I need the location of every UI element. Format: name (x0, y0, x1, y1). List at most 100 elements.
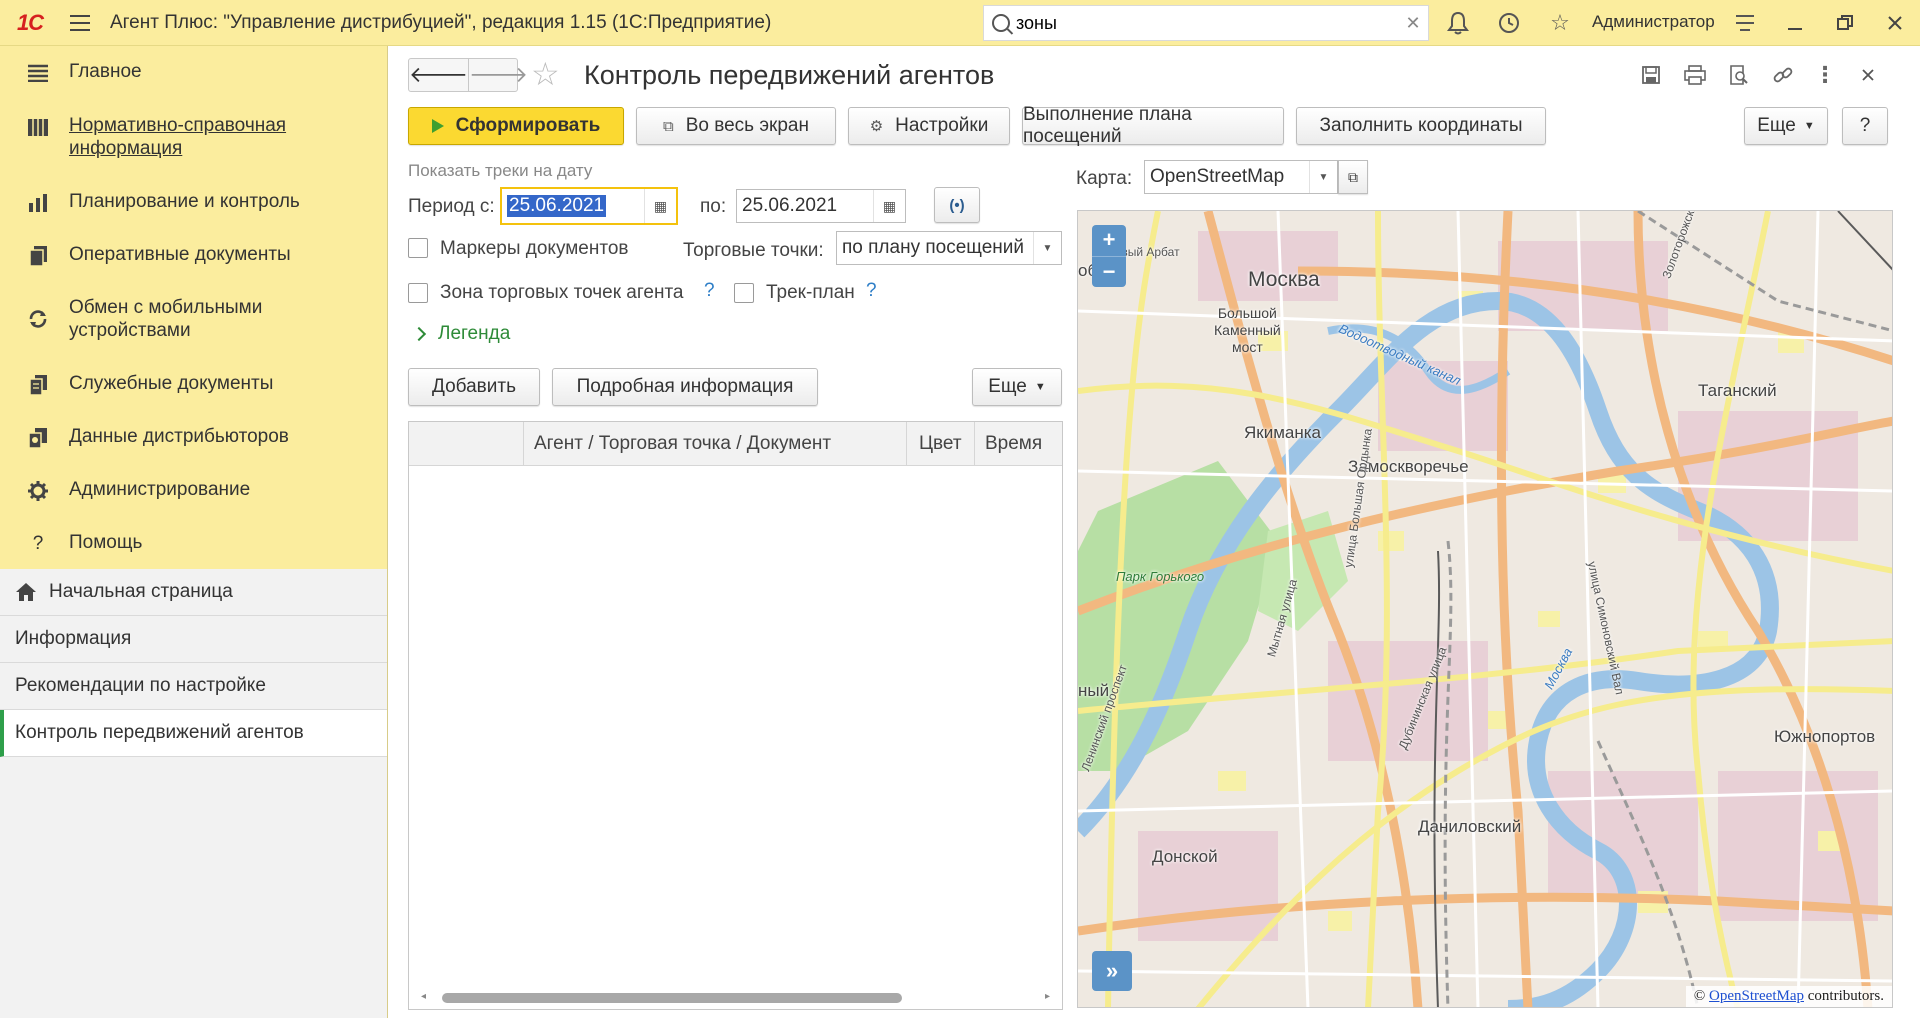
scroll-thumb[interactable] (442, 993, 902, 1003)
sidebar-item-main[interactable]: Главное (0, 60, 388, 86)
visit-plan-button[interactable]: Выполнение плана посещений (1022, 104, 1284, 147)
zoom-in-button[interactable]: + (1092, 225, 1126, 256)
more-button-label: Еще (1757, 115, 1796, 136)
generate-button-label: Сформировать (455, 115, 601, 136)
agent-zone-checkbox[interactable] (408, 283, 428, 303)
col-header-color[interactable]: Цвет (907, 422, 975, 466)
open-external-icon: ⧉ (1348, 168, 1358, 185)
fullscreen-button[interactable]: ⧉ Во весь экран (636, 107, 836, 145)
back-arrow-icon[interactable]: 🡐 (409, 59, 468, 91)
attribution-link[interactable]: OpenStreetMap (1709, 988, 1804, 1004)
map-tiles (1078, 211, 1892, 1007)
agent-zone-help-icon[interactable]: ? (704, 280, 715, 302)
legend-toggle[interactable]: Легенда (411, 323, 511, 345)
open-window-home[interactable]: Начальная страница (0, 569, 387, 616)
add-to-favorites-star-icon[interactable]: ☆ (531, 58, 560, 90)
doc-markers-label: Маркеры документов (440, 238, 629, 259)
sidebar-item-label: Оперативные документы (69, 244, 291, 265)
history-icon[interactable] (1494, 8, 1524, 38)
documents-icon (20, 243, 56, 269)
open-map-button[interactable]: ⧉ (1338, 160, 1368, 194)
chevron-down-icon[interactable]: ▼ (1033, 232, 1061, 264)
clear-search-icon[interactable]: ✕ (1398, 13, 1428, 34)
col-header-icon[interactable] (409, 422, 524, 466)
distributor-data-icon (20, 425, 56, 451)
period-from-value: 25.06.2021 (507, 195, 607, 217)
doc-markers-checkbox[interactable] (408, 238, 428, 258)
fill-coordinates-button[interactable]: Заполнить координаты (1296, 107, 1546, 145)
chevron-down-icon: ▼ (1803, 120, 1815, 132)
minimize-icon[interactable] (1780, 8, 1810, 38)
sidebar-item-distributor-data[interactable]: Данные дистрибьюторов (0, 425, 388, 451)
map-label-danilovskiy: Даниловский (1418, 817, 1522, 836)
link-icon[interactable] (1768, 60, 1798, 90)
settings-button[interactable]: ⚙ Настройки (848, 107, 1010, 145)
chevron-down-icon: ▼ (1034, 381, 1046, 393)
open-window-agent-control[interactable]: Контроль передвижений агентов (0, 710, 387, 757)
scroll-right-icon[interactable]: ▸ (1045, 991, 1050, 1002)
close-form-icon[interactable] (1853, 60, 1883, 90)
search-icon (992, 14, 1010, 32)
open-window-label: Начальная страница (49, 581, 233, 602)
zoom-out-button[interactable]: − (1092, 255, 1126, 288)
favorites-star-icon[interactable]: ☆ (1545, 8, 1575, 38)
help-button[interactable]: ? (1842, 107, 1888, 145)
gear-icon (20, 478, 56, 504)
more-button[interactable]: Еще ▼ (1744, 107, 1828, 145)
calendar-icon[interactable]: ▦ (644, 189, 676, 223)
user-name[interactable]: Администратор (1592, 12, 1715, 32)
map-provider-select[interactable]: OpenStreetMap ▼ (1144, 160, 1338, 194)
map-label-taganskiy: Таганский (1698, 381, 1777, 400)
sidebar-item-service-docs[interactable]: Служебные документы (0, 372, 388, 398)
scroll-left-icon[interactable]: ◂ (421, 991, 426, 1002)
sidebar: Главное Нормативно-справочная информация… (0, 46, 388, 1018)
map-label-gorky-park: Парк Горького (1116, 569, 1205, 584)
search-input[interactable] (1016, 12, 1398, 34)
more-actions-icon[interactable]: ⋮ (1810, 60, 1840, 90)
trade-points-select[interactable]: по плану посещений ▼ (836, 231, 1062, 265)
track-plan-checkbox[interactable] (734, 283, 754, 303)
legend-label: Легенда (438, 323, 511, 344)
trade-points-value: по плану посещений (842, 237, 1024, 258)
details-button[interactable]: Подробная информация (552, 368, 818, 406)
visit-plan-button-label: Выполнение плана посещений (1023, 104, 1192, 147)
table-header: Агент / Торговая точка / Документ Цвет В… (409, 422, 1062, 466)
generate-button[interactable]: Сформировать (408, 107, 624, 145)
chevron-down-icon[interactable]: ▼ (1309, 161, 1337, 193)
calendar-icon[interactable]: ▦ (873, 190, 905, 222)
select-period-button[interactable]: (•) (934, 187, 980, 223)
settings-menu-icon[interactable] (1730, 8, 1760, 38)
col-header-agent[interactable]: Агент / Торговая точка / Документ (524, 422, 907, 466)
open-window-recommendations[interactable]: Рекомендации по настройке (0, 663, 387, 710)
map-view[interactable]: Москва Большой Каменный мост Якиманка За… (1077, 210, 1893, 1008)
sidebar-item-reference[interactable]: Нормативно-справочная информация (0, 114, 388, 160)
close-window-icon[interactable] (1880, 8, 1910, 38)
map-expand-button[interactable]: » (1092, 951, 1132, 991)
track-plan-help-icon[interactable]: ? (866, 280, 877, 302)
sidebar-item-operational[interactable]: Оперативные документы (0, 243, 388, 269)
save-icon[interactable] (1636, 60, 1666, 90)
map-label: Карта: (1076, 168, 1133, 189)
sidebar-item-label: Главное (69, 61, 142, 82)
table-more-button[interactable]: Еще ▼ (972, 368, 1062, 406)
col-header-time[interactable]: Время (975, 422, 1062, 466)
sidebar-item-help[interactable]: ? Помощь (0, 531, 388, 557)
attribution-suffix: contributors. (1807, 988, 1884, 1004)
open-window-info[interactable]: Информация (0, 616, 387, 663)
map-provider-value: OpenStreetMap (1150, 166, 1285, 187)
period-to-field[interactable]: 25.06.2021 ▦ (736, 189, 906, 223)
preview-icon[interactable] (1724, 60, 1754, 90)
main-menu-icon[interactable] (60, 0, 100, 46)
print-icon[interactable] (1680, 60, 1710, 90)
bell-icon[interactable] (1443, 8, 1473, 38)
sidebar-item-mobile-exchange[interactable]: Обмен с мобильными устройствами (0, 296, 388, 342)
add-button[interactable]: Добавить (408, 368, 540, 406)
forward-arrow-icon[interactable]: 🡒 (468, 59, 528, 91)
period-from-field[interactable]: 25.06.2021 ▦ (500, 187, 678, 225)
chevron-right-icon (411, 326, 427, 342)
sidebar-item-administration[interactable]: Администрирование (0, 478, 388, 504)
horizontal-scrollbar[interactable]: ◂ ▸ (409, 985, 1062, 1009)
restore-icon[interactable] (1830, 8, 1860, 38)
help-icon: ? (32, 533, 44, 554)
sidebar-item-planning[interactable]: Планирование и контроль (0, 190, 388, 216)
